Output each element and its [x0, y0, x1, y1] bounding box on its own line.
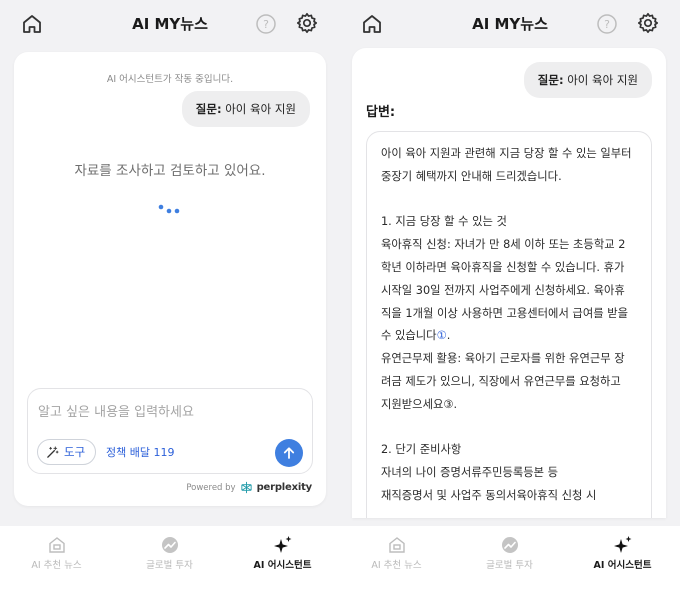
send-button[interactable]: [275, 439, 303, 467]
answer-line: 학년 이하라면 육아휴직을 신청할 수 있습니다. 휴가: [381, 260, 625, 274]
answer-line: 지원받으세요③.: [381, 397, 458, 411]
question-text: 아이 육아 지원: [225, 102, 296, 116]
question-bubble: 질문: 아이 육아 지원: [523, 62, 652, 98]
research-status: 자료를 조사하고 검토하고 있어요.: [74, 163, 266, 179]
answer-line: 중장기 혜택까지 안내해 드리겠습니다.: [381, 169, 562, 183]
svg-text:?: ?: [604, 18, 610, 31]
right-screen: AI MY뉴스 ? 질문: 아이 육아 지원 답변: 아이 육아 지원과 관련해…: [340, 0, 680, 591]
answer-line: 유연근무제 활용: 육아기 근로자를 위한 유연근무 장: [381, 352, 625, 366]
loading-dots-icon: [158, 204, 180, 214]
nav-item-ai-assistant[interactable]: AI 어시스턴트: [226, 526, 339, 591]
help-icon[interactable]: ?: [255, 13, 277, 35]
perplexity-logo-icon: [240, 481, 252, 494]
arrow-up-icon: [283, 447, 295, 459]
home-news-icon: [48, 537, 65, 553]
nav-item-ai-assistant[interactable]: AI 어시스턴트: [566, 526, 679, 591]
top-bar: AI MY뉴스 ?: [340, 0, 680, 48]
left-screen: AI MY뉴스 ? AI 어시스턴트가 작동 중입니다. 질문: 아이 육아 지…: [0, 0, 340, 591]
answer-line: 육아휴직 신청: 자녀가 만 8세 이하 또는 초등학교 2: [381, 238, 626, 252]
trend-icon: [161, 537, 178, 553]
answer-box: 아이 육아 지원과 관련해 지금 당장 할 수 있는 일부터 중장기 혜택까지 …: [366, 131, 652, 518]
bottom-nav: AI 추천 뉴스 글로벌 투자 AI 어시스턴트: [340, 526, 680, 591]
nav-label: AI 추천 뉴스: [31, 560, 82, 571]
answer-label: 답변:: [366, 105, 396, 120]
answer-line: 아이 육아 지원과 관련해 지금 당장 할 수 있는 일부터: [381, 147, 632, 160]
status-text: AI 어시스턴트가 작동 중입니다.: [106, 74, 234, 85]
question-label: 질문:: [537, 73, 564, 87]
policy-delivery-link[interactable]: 정책 배달 119: [106, 444, 174, 460]
tool-button-label: 도구: [64, 445, 86, 459]
powered-by-brand: perplexity: [256, 482, 313, 493]
answer-line: 재직증명서 및 사업주 동의서육아휴직 신청 시: [381, 488, 597, 502]
nav-label: 글로벌 투자: [146, 560, 193, 571]
tool-button[interactable]: 도구: [37, 439, 97, 465]
question-text: 아이 육아 지원: [567, 73, 638, 87]
app-title: AI MY뉴스: [472, 15, 548, 33]
gear-icon[interactable]: [636, 11, 660, 35]
nav-label: AI 추천 뉴스: [371, 560, 422, 571]
answer-line: 2. 단기 준비사항: [381, 443, 462, 457]
bottom-nav: AI 추천 뉴스 글로벌 투자 AI 어시스턴트: [0, 526, 340, 591]
chat-input-box[interactable]: 알고 싶은 내용을 입력하세요 도구 정책 배달 119: [27, 388, 313, 474]
top-bar: AI MY뉴스 ?: [0, 0, 340, 48]
nav-label: 글로벌 투자: [486, 560, 533, 571]
trend-icon: [501, 537, 518, 553]
chat-input-placeholder[interactable]: 알고 싶은 내용을 입력하세요: [38, 401, 194, 420]
question-bubble: 질문: 아이 육아 지원: [181, 91, 310, 127]
answer-line: 시작일 30일 전까지 사업주에게 신청하세요. 육아휴: [381, 283, 625, 297]
answer-line: 직을 1개월 이상 사용하면 고용센터에서 급여를 받을: [381, 306, 628, 320]
question-label: 질문:: [195, 102, 222, 116]
svg-text:?: ?: [263, 18, 269, 31]
nav-item-global-invest[interactable]: 글로벌 투자: [453, 526, 566, 591]
answer-line: 려금 제도가 있으니, 직장에서 유연근무를 요청하고: [381, 374, 621, 388]
sparkle-icon: [273, 536, 291, 553]
powered-by: Powered by perplexity: [186, 481, 312, 494]
nav-item-global-invest[interactable]: 글로벌 투자: [113, 526, 226, 591]
answer-text: .: [446, 329, 451, 343]
citation-link[interactable]: ①: [437, 329, 447, 342]
sparkle-icon: [613, 536, 631, 553]
chat-card: AI 어시스턴트가 작동 중입니다. 질문: 아이 육아 지원 자료를 조사하고…: [14, 52, 326, 506]
home-news-icon: [388, 537, 405, 553]
chat-card: 질문: 아이 육아 지원 답변: 아이 육아 지원과 관련해 지금 당장 할 수…: [352, 48, 666, 518]
nav-item-ai-news[interactable]: AI 추천 뉴스: [0, 526, 113, 591]
answer-line: 자녀의 나이 증명서류주민등록등본 등: [381, 466, 559, 480]
nav-item-ai-news[interactable]: AI 추천 뉴스: [340, 526, 453, 591]
nav-label: AI 어시스턴트: [593, 560, 652, 571]
answer-text: 수 있습니다: [381, 329, 437, 343]
powered-by-text: Powered by: [186, 482, 236, 493]
answer-line: 1. 지금 당장 할 수 있는 것: [381, 215, 507, 229]
magic-wand-icon: [47, 445, 59, 458]
nav-label: AI 어시스턴트: [253, 560, 312, 571]
answer-line: 수 있습니다①.: [381, 325, 641, 348]
help-icon[interactable]: ?: [596, 13, 618, 35]
gear-icon[interactable]: [295, 11, 319, 35]
app-title: AI MY뉴스: [132, 15, 208, 33]
